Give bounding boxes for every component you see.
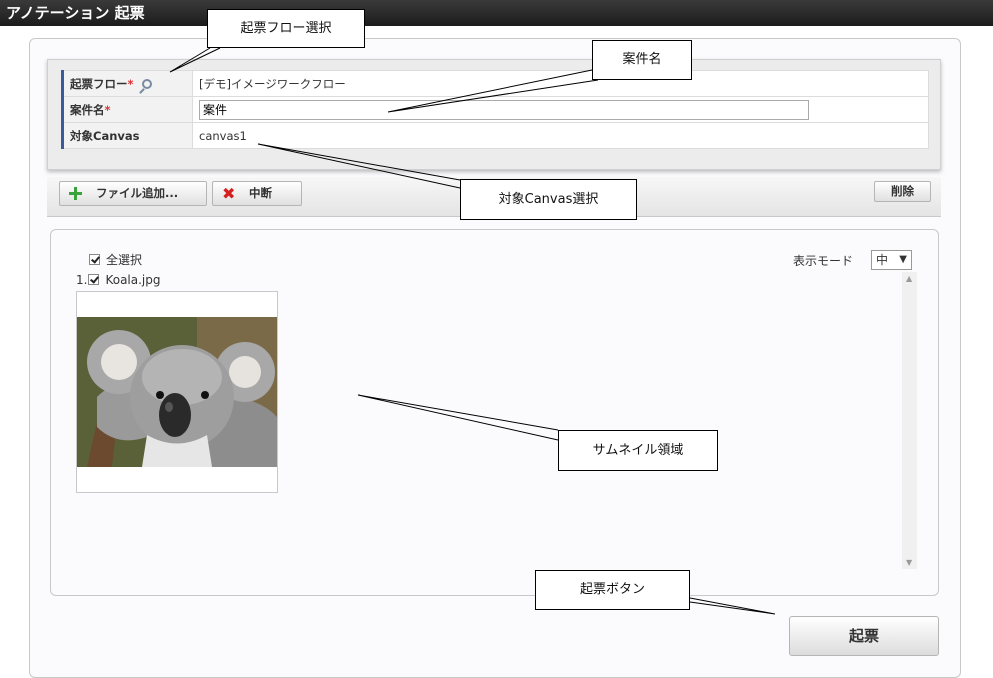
case-name-label-cell: 案件名* [61,96,193,123]
koala-thumbnail-image[interactable] [77,317,277,467]
select-all-label: 全選択 [106,253,143,267]
search-icon[interactable] [141,78,152,89]
dropdown-arrow-icon: ▼ [899,254,907,265]
canvas-value: canvas1 [192,122,929,149]
submit-button[interactable]: 起票 [789,616,939,656]
add-file-label: ファイル追加... [96,186,179,200]
required-mark: * [127,76,134,91]
scroll-down-icon[interactable]: ▼ [906,558,912,567]
scroll-up-icon[interactable]: ▲ [906,274,912,283]
close-icon: ✖ [222,184,236,203]
flow-value: [デモ]イメージワークフロー [192,70,929,97]
thumbnail-index: 1. [76,273,88,287]
thumbnail-scrollbar[interactable]: ▲ ▼ [902,272,917,569]
form-row-flow: 起票フロー* [デモ]イメージワークフロー [61,70,929,97]
callout-case-name: 案件名 [592,40,692,80]
thumbnail-item-header: 1. Koala.jpg [76,273,161,287]
select-all-checkbox[interactable] [89,254,100,265]
canvas-label: 対象Canvas [70,128,140,143]
flow-label: 起票フロー [70,76,128,91]
abort-button[interactable]: ✖ 中断 [212,181,302,206]
canvas-label-cell: 対象Canvas [61,122,193,149]
flow-label-cell: 起票フロー* [61,70,193,97]
case-name-input[interactable] [199,99,809,120]
window-title: アノテーション 起票 [0,0,993,26]
display-mode-label: 表示モード [793,254,854,268]
form-row-case-name: 案件名* [61,96,929,123]
callout-canvas-select: 対象Canvas選択 [460,179,637,220]
koala-picture [77,317,277,467]
display-mode-select[interactable]: 中 ▼ [871,250,912,270]
required-mark: * [104,102,111,117]
display-mode-value: 中 [876,253,889,267]
abort-label: 中断 [249,186,272,200]
case-name-cell [192,96,929,123]
add-file-button[interactable]: ファイル追加... [59,181,207,206]
form-table: 起票フロー* [デモ]イメージワークフロー 案件名* 対象Canvas canv… [61,70,929,149]
form-row-canvas: 対象Canvas canvas1 [61,122,929,149]
thumbnail-filename: Koala.jpg [105,273,161,287]
select-all[interactable]: 全選択 [89,251,142,268]
callout-thumbnail-area: サムネイル領域 [558,430,718,471]
callout-submit-button: 起票ボタン [535,570,690,610]
delete-button[interactable]: 削除 [874,181,931,202]
callout-flow-select: 起票フロー選択 [207,9,365,48]
plus-icon [69,187,82,200]
thumbnail-checkbox[interactable] [88,274,100,285]
case-name-label: 案件名 [70,102,105,117]
